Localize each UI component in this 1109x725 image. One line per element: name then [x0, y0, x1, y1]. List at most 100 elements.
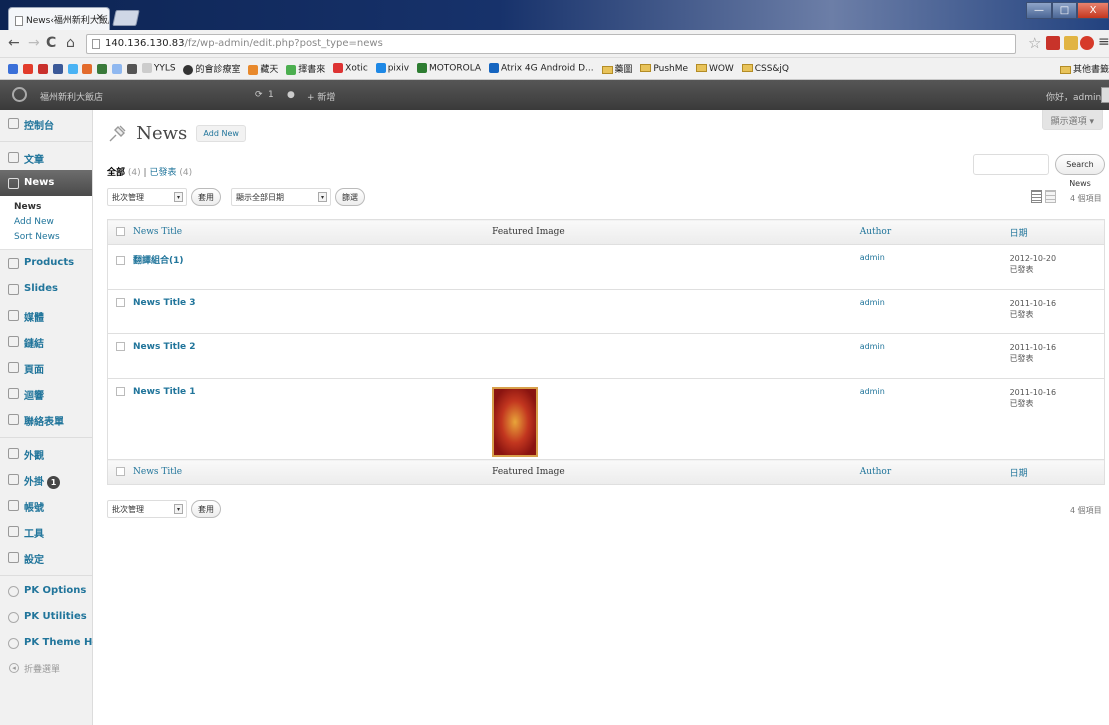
bookmark-folder[interactable]: 藥圖 — [601, 62, 633, 75]
screen-options-toggle[interactable]: 顯示選項 ▾ — [1041, 110, 1103, 130]
date-filter-select[interactable]: 顯示全部日期 ▾ — [231, 188, 331, 206]
select-all-checkbox[interactable] — [116, 467, 125, 476]
bookmark-item[interactable]: MOTOROLA — [416, 63, 481, 74]
my-account-link[interactable]: 你好，admin — [1046, 90, 1101, 103]
author-link[interactable]: admin — [860, 253, 885, 262]
bookmark-icon[interactable] — [82, 63, 93, 74]
list-view-icon[interactable] — [1031, 190, 1042, 203]
reload-icon[interactable]: C — [46, 35, 56, 51]
menu-icon[interactable]: ≡ — [1098, 34, 1109, 50]
other-bookmarks[interactable]: 其他書籤 — [1053, 62, 1109, 75]
column-footer-title[interactable]: News Title — [107, 459, 493, 485]
row-title-link[interactable]: 翻譯組合(1) — [133, 256, 184, 266]
bookmark-item[interactable]: Xotic — [333, 63, 368, 74]
menu-links[interactable]: 鏈結 — [0, 328, 92, 354]
collapse-menu-button[interactable]: ◂ 折疊選單 — [0, 656, 92, 678]
menu-settings[interactable]: 設定 — [0, 544, 92, 570]
menu-pages[interactable]: 頁面 — [0, 354, 92, 380]
bookmark-item[interactable]: pixiv — [375, 63, 409, 74]
opera-icon[interactable] — [1080, 36, 1094, 50]
bulk-action-select-bottom[interactable]: 批次管理 ▾ — [107, 500, 187, 518]
column-header-title[interactable]: News Title — [107, 219, 493, 245]
row-checkbox[interactable] — [116, 342, 125, 351]
home-icon[interactable]: ⌂ — [66, 35, 75, 51]
author-link[interactable]: admin — [860, 387, 885, 396]
site-name-link[interactable]: 福州新利大飯店 — [40, 90, 103, 103]
bookmark-icon[interactable] — [127, 63, 137, 74]
avatar[interactable] — [1101, 87, 1109, 103]
submenu-news[interactable]: News — [0, 200, 92, 215]
bookmark-folder[interactable]: CSS&jQ — [741, 64, 789, 74]
menu-media[interactable]: 媒體 — [0, 302, 92, 328]
submenu-add-new[interactable]: Add New — [0, 215, 92, 230]
bookmark-item[interactable]: Atrix 4G Android D... — [488, 63, 594, 74]
search-news-button[interactable]: Search News — [1055, 154, 1105, 188]
updates-icon[interactable]: ⟳ — [255, 90, 263, 100]
menu-comments[interactable]: 迴響 — [0, 380, 92, 406]
submenu-sort-news[interactable]: Sort News — [0, 230, 92, 245]
featured-image-thumbnail[interactable] — [492, 387, 539, 457]
apply-button[interactable]: 套用 — [191, 188, 221, 206]
apply-button-bottom[interactable]: 套用 — [191, 500, 221, 518]
menu-contact-form[interactable]: 聯絡表單 — [0, 406, 92, 432]
extension-icon[interactable] — [1046, 36, 1060, 50]
bookmark-item[interactable]: 的會診療室 — [183, 62, 241, 75]
column-header-date[interactable]: 日期 — [1009, 219, 1105, 245]
row-title-link[interactable]: News Title 1 — [133, 387, 196, 397]
menu-pk-utilities[interactable]: PK Utilities — [0, 604, 92, 630]
bookmark-folder[interactable]: PushMe — [640, 64, 688, 74]
bookmark-item[interactable]: YYLS — [141, 63, 176, 74]
url-input[interactable]: 140.136.130.83/fz/wp-admin/edit.php?post… — [86, 34, 1016, 54]
menu-slides[interactable]: Slides — [0, 276, 92, 302]
column-header-author[interactable]: Author — [859, 219, 1010, 245]
browser-tab[interactable]: News‹福州新利大飯店 × — [8, 7, 110, 30]
bookmark-icon[interactable] — [67, 63, 78, 74]
comment-icon[interactable]: ● — [287, 90, 295, 100]
select-all-checkbox[interactable] — [116, 227, 125, 236]
tab-close-icon[interactable]: × — [96, 12, 104, 23]
filter-published-link[interactable]: 已發表 — [149, 168, 176, 178]
column-footer-author[interactable]: Author — [859, 459, 1010, 485]
comments-count[interactable]: 1 — [268, 90, 274, 100]
filter-all-link[interactable]: 全部 — [107, 168, 125, 178]
menu-pk-theme-help[interactable]: PK Theme Help — [0, 630, 110, 656]
menu-products[interactable]: Products — [0, 250, 92, 276]
bookmark-item[interactable]: 藏天 — [248, 62, 278, 75]
bookmark-icon[interactable] — [22, 63, 33, 74]
bookmark-icon[interactable] — [37, 63, 48, 74]
bookmark-item[interactable]: 擇書來 — [286, 62, 325, 75]
row-checkbox[interactable] — [116, 387, 125, 396]
row-title-link[interactable]: News Title 3 — [133, 298, 196, 308]
menu-pk-options[interactable]: PK Options — [0, 578, 92, 604]
bookmark-icon[interactable] — [112, 63, 123, 74]
menu-dashboard[interactable]: 控制台 — [0, 110, 92, 136]
row-checkbox[interactable] — [116, 298, 125, 307]
filter-button[interactable]: 篩選 — [335, 188, 365, 206]
menu-posts[interactable]: 文章 — [0, 144, 92, 170]
menu-users[interactable]: 帳號 — [0, 492, 92, 518]
row-title-link[interactable]: News Title 2 — [133, 342, 196, 352]
new-content-link[interactable]: + 新增 — [307, 90, 335, 103]
author-link[interactable]: admin — [860, 342, 885, 351]
window-minimize-button[interactable]: — — [1026, 2, 1052, 19]
wordpress-logo-icon[interactable] — [12, 87, 27, 102]
column-footer-date[interactable]: 日期 — [1009, 459, 1105, 485]
bookmark-icon[interactable] — [8, 63, 18, 74]
extension-icon[interactable] — [1064, 36, 1078, 50]
window-maximize-button[interactable]: □ — [1052, 2, 1077, 19]
menu-plugins[interactable]: 外掛 1 — [0, 466, 92, 492]
bookmark-icon[interactable] — [52, 63, 63, 74]
bulk-action-select[interactable]: 批次管理 ▾ — [107, 188, 187, 206]
window-close-button[interactable]: X — [1077, 2, 1109, 19]
bookmark-star-icon[interactable]: ☆ — [1028, 34, 1041, 52]
menu-tools[interactable]: 工具 — [0, 518, 92, 544]
search-input[interactable] — [973, 154, 1049, 175]
new-tab-button[interactable] — [112, 10, 140, 26]
add-new-button[interactable]: Add New — [196, 124, 246, 142]
bookmark-icon[interactable] — [97, 63, 108, 74]
row-checkbox[interactable] — [116, 256, 125, 265]
bookmark-folder[interactable]: WOW — [695, 64, 734, 74]
menu-appearance[interactable]: 外觀 — [0, 440, 92, 466]
menu-news[interactable]: News — [0, 170, 92, 196]
excerpt-view-icon[interactable] — [1045, 190, 1057, 203]
